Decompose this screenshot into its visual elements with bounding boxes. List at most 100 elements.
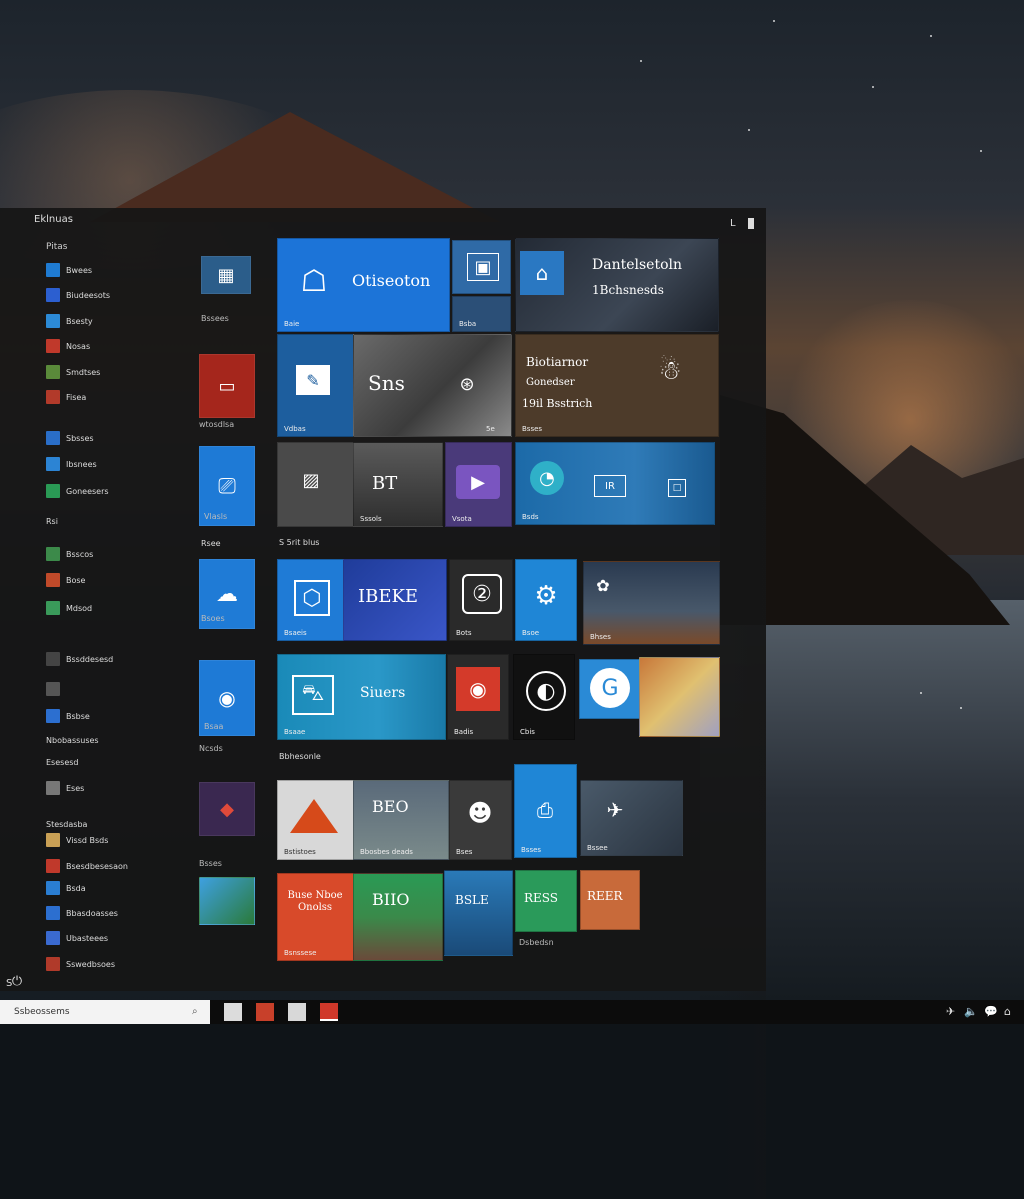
tile-dark-app[interactable]: ② Bots: [449, 559, 513, 641]
app-list-item[interactable]: Ibsnees: [46, 456, 97, 472]
chat-bubble-icon: ◔: [530, 461, 564, 495]
tile-art[interactable]: [639, 657, 720, 737]
tile-blue-gear[interactable]: ⚙ Bsoe: [515, 559, 577, 641]
tile-sketch[interactable]: Sns ⊛ 5e: [353, 334, 512, 437]
tile-office[interactable]: ☖ Otiseoton Baie: [277, 238, 450, 332]
app-list-item[interactable]: Stesdasba: [46, 816, 87, 832]
app-list-item[interactable]: Vissd Bsds: [46, 832, 108, 848]
app-icon: [46, 601, 60, 615]
window-icon: IR: [594, 475, 626, 497]
user-initial[interactable]: L: [730, 218, 736, 229]
tile-blue-note[interactable]: ✎ Vdbas: [277, 334, 355, 437]
tile-brown-line2: Gonedser: [526, 377, 575, 388]
app-icon: [46, 431, 60, 445]
app-list-item[interactable]: Nbobassuses: [46, 732, 99, 748]
tile-purple-app[interactable]: ◆: [199, 782, 255, 836]
app-list-item[interactable]: Smdtses: [46, 364, 100, 380]
volume-icon[interactable]: 🔈: [964, 1000, 978, 1024]
app-list-item[interactable]: Fisea: [46, 389, 86, 405]
search-text: Ssbeossems: [14, 1007, 70, 1017]
app-list-item[interactable]: Bwees: [46, 262, 92, 278]
tile-dark-news[interactable]: ⌂ Dantelsetoln 1Bchsnesds: [515, 238, 719, 332]
app-icon: [46, 682, 60, 696]
app-list-item[interactable]: Bsesdbesesaon: [46, 858, 128, 874]
taskbar-app-active[interactable]: [320, 1003, 338, 1021]
app-icon: [46, 781, 60, 795]
tile-boat[interactable]: ✿ Bhses: [583, 561, 720, 645]
tile-blue-bubble[interactable]: G: [579, 659, 641, 719]
office-icon: ☖: [300, 263, 328, 299]
tile-people[interactable]: BEO Bbosbes deads: [353, 780, 449, 860]
app-list-item[interactable]: Goneesers: [46, 483, 109, 499]
app-list-item[interactable]: Bsbse: [46, 708, 90, 724]
tile-label: Bsses: [199, 859, 222, 868]
tile-blue-doc[interactable]: ⎙ Bsses: [514, 764, 577, 858]
app-list-header: Pitas: [46, 242, 68, 252]
taskbar-search[interactable]: Ssbeossems ⌕: [0, 1000, 210, 1024]
taskbar-app-mail[interactable]: [256, 1003, 274, 1021]
tile-blue-code[interactable]: ⬡ Bsaeis: [277, 559, 345, 641]
tile-greenb-title: RESS: [524, 891, 559, 905]
notification-icon[interactable]: 💬: [984, 1000, 998, 1024]
app-icon: [46, 881, 60, 895]
app-icon: [46, 288, 60, 302]
tile-red-app[interactable]: ◉ Badis: [447, 654, 509, 740]
tile-red-app[interactable]: ▭: [199, 354, 255, 418]
tile-small-blue[interactable]: ▣: [452, 240, 511, 294]
taskbar-app-camera[interactable]: [224, 1003, 242, 1021]
tile-black-app[interactable]: ◐ Cbis: [513, 654, 575, 740]
app-list-item[interactable]: Bsscos: [46, 546, 93, 562]
user-avatar-icon[interactable]: [748, 218, 754, 229]
tile-bird[interactable]: ✈ Bssee: [580, 780, 683, 856]
tile-purple-media[interactable]: ▶ Vsota: [445, 442, 512, 527]
home-icon[interactable]: ⌂: [1004, 1000, 1011, 1024]
tile-code[interactable]: IBEKE: [343, 559, 447, 641]
document-icon: ⎙: [537, 798, 553, 822]
app-icon: [46, 484, 60, 498]
tile-brown-news[interactable]: Biotiarnor Gonedser 19il Bsstrich ☃ Bsse…: [515, 334, 719, 437]
app-list-item[interactable]: Esesesd: [46, 754, 78, 770]
app-icon: [46, 859, 60, 873]
tile-group-label: Rsee: [201, 539, 221, 548]
app-list-item[interactable]: [46, 681, 66, 697]
tile-small-app[interactable]: ▦: [201, 256, 251, 294]
tile-bird-label: Bssee: [587, 844, 608, 852]
app-list-item[interactable]: Bbasdoasses: [46, 905, 118, 921]
airplane-icon[interactable]: ✈: [946, 1000, 955, 1024]
tile-street[interactable]: BT Sssols: [353, 442, 443, 527]
tile-sky[interactable]: ◔ IR □ Bsds: [515, 442, 715, 525]
start-glyph[interactable]: S: [6, 978, 12, 989]
app-list-item[interactable]: Mdsod: [46, 600, 92, 616]
app-icon: [46, 957, 60, 971]
app-list-item[interactable]: Bssddesesd: [46, 651, 113, 667]
tile-lake[interactable]: BSLE: [444, 870, 513, 956]
tile-green-app[interactable]: RESS: [515, 870, 577, 932]
app-list-item[interactable]: Ubasteees: [46, 930, 108, 946]
app-list-item[interactable]: Biudeesots: [46, 287, 110, 303]
tile-photo-app[interactable]: [199, 877, 255, 925]
app-list-item[interactable]: Sswedbsoes: [46, 956, 115, 972]
tile-orange-app[interactable]: REER: [580, 870, 640, 930]
app-icon: [46, 652, 60, 666]
app-list-item[interactable]: Bsesty: [46, 313, 93, 329]
tile-news-red[interactable]: Buse Nboe Onolss Bsnssese: [277, 873, 354, 961]
tile-comic[interactable]: ☻ Bses: [449, 780, 512, 860]
tile-street-title: BT: [372, 473, 398, 494]
tile-small-dark[interactable]: Bsba: [452, 296, 511, 332]
tile-group-label: Bbhesonle: [279, 752, 321, 761]
grid-icon: ▦: [217, 264, 235, 286]
record-icon: ◉: [456, 667, 500, 711]
tile-gray-photo[interactable]: ▨: [277, 442, 355, 527]
app-list-item[interactable]: Bose: [46, 572, 85, 588]
app-list-item[interactable]: Bsda: [46, 880, 86, 896]
app-list-item[interactable]: Sbsses: [46, 430, 94, 446]
app-list-item[interactable]: Nosas: [46, 338, 90, 354]
bird-icon: ✈: [606, 798, 624, 822]
tile-green-road[interactable]: BIIO: [353, 873, 443, 961]
taskbar-app-files[interactable]: [288, 1003, 306, 1021]
app-list-item[interactable]: Eses: [46, 780, 84, 796]
tile-store[interactable]: ⛍ Siuers Bsaae: [277, 654, 446, 740]
tile-mountain[interactable]: Bstistoes: [277, 780, 354, 860]
app-list-item[interactable]: Rsi: [46, 513, 58, 529]
tile-purple-label: Vsota: [452, 515, 472, 523]
